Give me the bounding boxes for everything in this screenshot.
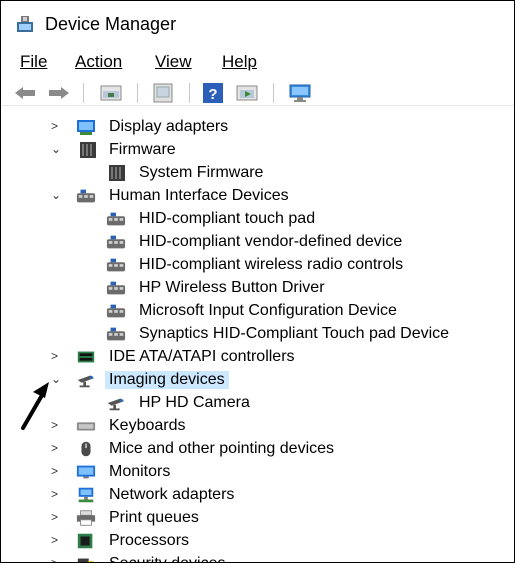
chevron-down-icon[interactable]: ⌄ [51, 188, 65, 202]
menu-help[interactable]: Help [222, 52, 257, 72]
chevron-right-icon[interactable]: > [51, 464, 65, 478]
hid-icon [106, 304, 126, 318]
update-driver-icon[interactable] [149, 81, 177, 105]
camera-icon [107, 398, 125, 411]
display-adapter-icon [77, 120, 95, 135]
mouse-icon [81, 441, 91, 457]
tree-item-label: Mice and other pointing devices [109, 440, 335, 457]
chevron-right-icon[interactable]: > [51, 510, 65, 524]
svg-text:?: ? [208, 86, 217, 103]
tree-item-microsoft-input-config[interactable]: Microsoft Input Configuration Device [1, 300, 514, 323]
firmware-icon [80, 142, 96, 158]
device-manager-window: Device Manager File Action View Help ? >… [0, 0, 515, 563]
tree-item-label: IDE ATA/ATAPI controllers [109, 348, 295, 365]
title-bar: Device Manager [1, 1, 514, 41]
tree-item-hid-wireless-radio[interactable]: HID-compliant wireless radio controls [1, 254, 514, 277]
tree-item-hp-hd-camera[interactable]: HP HD Camera [1, 392, 514, 415]
tree-item-label: HID-compliant touch pad [139, 210, 316, 227]
menu-view[interactable]: View [155, 52, 192, 72]
tree-item-label: Print queues [109, 509, 199, 526]
tree-item-firmware[interactable]: ⌄ Firmware [1, 139, 514, 162]
pointer-arrow-icon [21, 382, 49, 430]
processor-icon [77, 533, 93, 549]
tree-item-label: Firmware [109, 141, 176, 158]
tree-item-hid-vendor-defined[interactable]: HID-compliant vendor-defined device [1, 231, 514, 254]
printer-icon [76, 510, 96, 526]
tree-item-label: HP Wireless Button Driver [139, 279, 325, 296]
tree-item-processors[interactable]: > Processors [1, 530, 514, 553]
tree-item-monitors[interactable]: > Monitors [1, 461, 514, 484]
menu-action[interactable]: Action [75, 52, 122, 72]
chevron-right-icon[interactable]: > [51, 533, 65, 547]
chevron-down-icon[interactable]: ⌄ [51, 142, 65, 156]
tree-item-label: Synaptics HID-Compliant Touch pad Device [139, 325, 450, 342]
chevron-right-icon[interactable]: > [51, 556, 65, 562]
menu-file[interactable]: File [20, 52, 47, 72]
hid-icon [106, 235, 126, 249]
tree-item-human-interface-devices[interactable]: ⌄ Human Interface Devices [1, 185, 514, 208]
network-adapter-icon [78, 487, 94, 503]
tree-item-label: Display adapters [109, 118, 229, 135]
tree-item-label: Network adapters [109, 486, 235, 503]
tree-item-imaging-devices[interactable]: ⌄ Imaging devices [1, 369, 514, 392]
menu-bar: File Action View Help [1, 49, 514, 75]
hid-icon [76, 189, 96, 203]
hid-icon [106, 281, 126, 295]
tree-item-hp-wireless-button[interactable]: HP Wireless Button Driver [1, 277, 514, 300]
tree-item-label: Monitors [109, 463, 171, 480]
back-arrow-icon[interactable] [11, 81, 39, 105]
tree-item-network-adapters[interactable]: > Network adapters [1, 484, 514, 507]
firmware-icon [109, 165, 125, 181]
tree-item-print-queues[interactable]: > Print queues [1, 507, 514, 530]
tree-item-hid-touch-pad[interactable]: HID-compliant touch pad [1, 208, 514, 231]
keyboard-icon [76, 422, 96, 431]
toolbar-separator [83, 83, 84, 103]
chevron-right-icon[interactable]: > [51, 487, 65, 501]
hid-icon [106, 327, 126, 341]
tree-item-security-devices[interactable]: > Security devices [1, 553, 514, 562]
toolbar-separator [189, 83, 190, 103]
tree-item-label: HID-compliant vendor-defined device [139, 233, 403, 250]
toolbar-separator [137, 83, 138, 103]
scan-hardware-icon[interactable] [285, 81, 315, 105]
hid-icon [106, 212, 126, 226]
tree-item-label: Keyboards [109, 417, 186, 434]
tree-item-label: HP HD Camera [139, 394, 250, 411]
tree-item-system-firmware[interactable]: System Firmware [1, 162, 514, 185]
tree-item-label: Imaging devices [105, 371, 229, 389]
forward-arrow-icon[interactable] [45, 81, 73, 105]
tree-item-display-adapters[interactable]: > Display adapters [1, 116, 514, 139]
tree-item-synaptics-touch-pad[interactable]: Synaptics HID-Compliant Touch pad Device [1, 323, 514, 346]
toolbar-separator [273, 83, 274, 103]
window-title: Device Manager [45, 14, 177, 34]
tree-item-label: Microsoft Input Configuration Device [139, 302, 397, 319]
chevron-right-icon[interactable]: > [51, 349, 65, 363]
tree-item-label: Processors [109, 532, 190, 549]
chevron-right-icon[interactable]: > [51, 441, 65, 455]
camera-icon [77, 375, 95, 388]
tree-item-ide-ata-atapi[interactable]: > IDE ATA/ATAPI controllers [1, 346, 514, 369]
help-icon[interactable]: ? [201, 81, 225, 105]
toolbar-divider [1, 105, 514, 106]
security-device-icon [77, 558, 94, 562]
chevron-right-icon[interactable]: > [51, 119, 65, 133]
tree-item-label: Security devices [109, 555, 226, 562]
properties-icon[interactable] [97, 81, 125, 105]
tree-item-keyboards[interactable]: > Keyboards [1, 415, 514, 438]
tree-item-label: System Firmware [139, 164, 264, 181]
tree-item-label: HID-compliant wireless radio controls [139, 256, 404, 273]
hid-icon [106, 258, 126, 272]
monitor-icon [76, 465, 96, 479]
run-icon[interactable] [233, 81, 261, 105]
tree-item-mice[interactable]: > Mice and other pointing devices [1, 438, 514, 461]
tree-item-label: Human Interface Devices [109, 187, 289, 204]
ide-controller-icon [77, 351, 95, 363]
device-manager-icon [17, 16, 33, 32]
